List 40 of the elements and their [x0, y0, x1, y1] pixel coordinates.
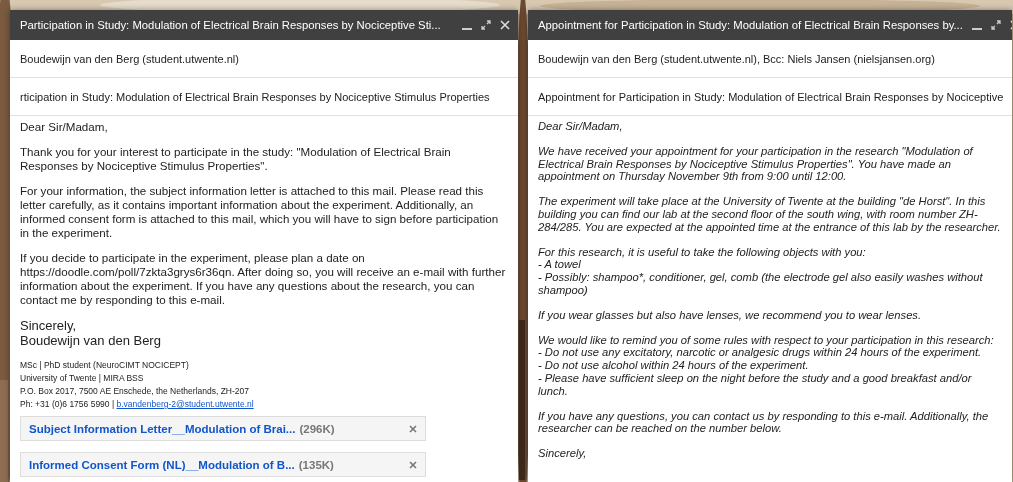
subject-field[interactable]: Appointment for Participation in Study: Modulation of Electrical Brain Responses by Nociceptive: [528, 78, 1012, 116]
body-text: - Please have sufficient sleep on the night before the study and a good breakfast and/or lunch.: [538, 371, 973, 398]
body-text: Boudewijn van den Berg: [20, 333, 162, 348]
body-text: For your information, the subject information letter is attached to this mail. Please read this letter carefully, as it contains important information about the experiment. Additionally, an informed consent form is attached to this mail, which you will have to sign before participation in the experiment.: [20, 184, 500, 240]
body-text: We have received your appointment for your participation in the research "Modulation of Electrical Brain Responses by Nociceptive Stimulus Properties". You have made an appointment on Thursday November 9th from 9:00 until 12:00.: [538, 144, 975, 184]
signature-line: University of Twente | MIRA BSS: [20, 372, 145, 385]
window-title: Appointment for Participation in Study: Modulation of Electrical Brain Responses by...: [538, 19, 963, 31]
body-text: - Do not use alcohol within 24 hours of the experiment.: [538, 359, 810, 372]
attachment-chip[interactable]: Informed Consent Form (NL)__Modulation of B... (135K): [20, 452, 426, 477]
signature-line: P.O. Box 2017, 7500 AE Enschede, the Netherlands, ZH-207: [20, 385, 251, 398]
body-text: If you decide to participate in the experiment, please plan a date on https://doodle.com/poll/7zkta3grys6r36qn. After doing so, you will receive an e-mail with further information about the experiment. If you have any questions about the research, you can contact me by responding to this e-mail.: [20, 251, 507, 307]
remove-icon[interactable]: [409, 424, 417, 433]
body-text: Dear Sir/Madam,: [20, 120, 109, 134]
body-text: Dear Sir/Madam,: [538, 120, 624, 133]
body-text: For this research, it is useful to take the following objects with you:: [538, 245, 867, 259]
attachment-size: (296K): [299, 421, 335, 436]
body-text: The experiment will take place at the University of Twente at the building "de Horst". In this building you can find our lab at the second floor of the south wing, with room number ZH-284/285. You are expected at the appointed time at the entrance of this lab by the researcher.: [538, 195, 1002, 234]
signature-line: Ph: +31 (0)6 1756 5990 | b.vandenberg-2@student.utwente.nl: [20, 398, 255, 411]
remove-icon[interactable]: [409, 460, 417, 469]
body-text: We would like to remind you of some rules with respect to your participation in this research:: [538, 333, 995, 347]
body-text: - Do not use any excitatory, narcotic or analgesic drugs within 24 hours of the experiment.: [538, 346, 983, 360]
body-text: - A towel: [538, 258, 582, 272]
body-text: If you wear glasses but also have lenses, we recommend you to wear lenses.: [538, 308, 923, 322]
attachment-chip[interactable]: Subject Information Letter__Modulation of Brai... (296K): [20, 416, 426, 441]
body-text: Sincerely,: [538, 447, 588, 460]
attachment-name[interactable]: Subject Information Letter__Modulation of Brai...: [29, 421, 296, 436]
attachment-name[interactable]: Informed Consent Form (NL)__Modulation of B...: [29, 457, 295, 472]
expand-icon[interactable]: [481, 20, 491, 30]
subject-field[interactable]: rticipation in Study: Modulation of Electrical Brain Responses by Nociceptive Stimulus Properties: [10, 78, 518, 116]
email-link[interactable]: b.vandenberg-2@student.utwente.nl: [116, 399, 254, 409]
recipients-field[interactable]: Boudewijn van den Berg (student.utwente.nl), Bcc: Niels Jansen (nielsjansen.org): [528, 40, 1012, 78]
body-text: - Possibly: shampoo*, conditioner, gel, comb (the electrode gel also easily washes without shampoo): [538, 271, 984, 297]
expand-icon[interactable]: [990, 20, 1001, 30]
recipients-field[interactable]: Boudewijn van den Berg (student.utwente.nl): [10, 40, 518, 78]
body-text: Thank you for your interest to participate in the study: "Modulation of Electrical Brain Responses by Nociceptive Stimulus Properties".: [20, 145, 452, 173]
body-text: If you have any questions, you can contact us by responding to this e-mail. Additionally, the researcher can be reached on the number below.: [538, 409, 990, 436]
attachment-size: (135K): [298, 457, 334, 472]
window-title: Participation in Study: Modulation of Electrical Brain Responses by Nociceptive Sti...: [20, 19, 442, 31]
signature-line: MSc | PhD student (NeuroCIMT NOCICEPT): [20, 359, 190, 372]
body-text: Sincerely,: [20, 318, 78, 333]
